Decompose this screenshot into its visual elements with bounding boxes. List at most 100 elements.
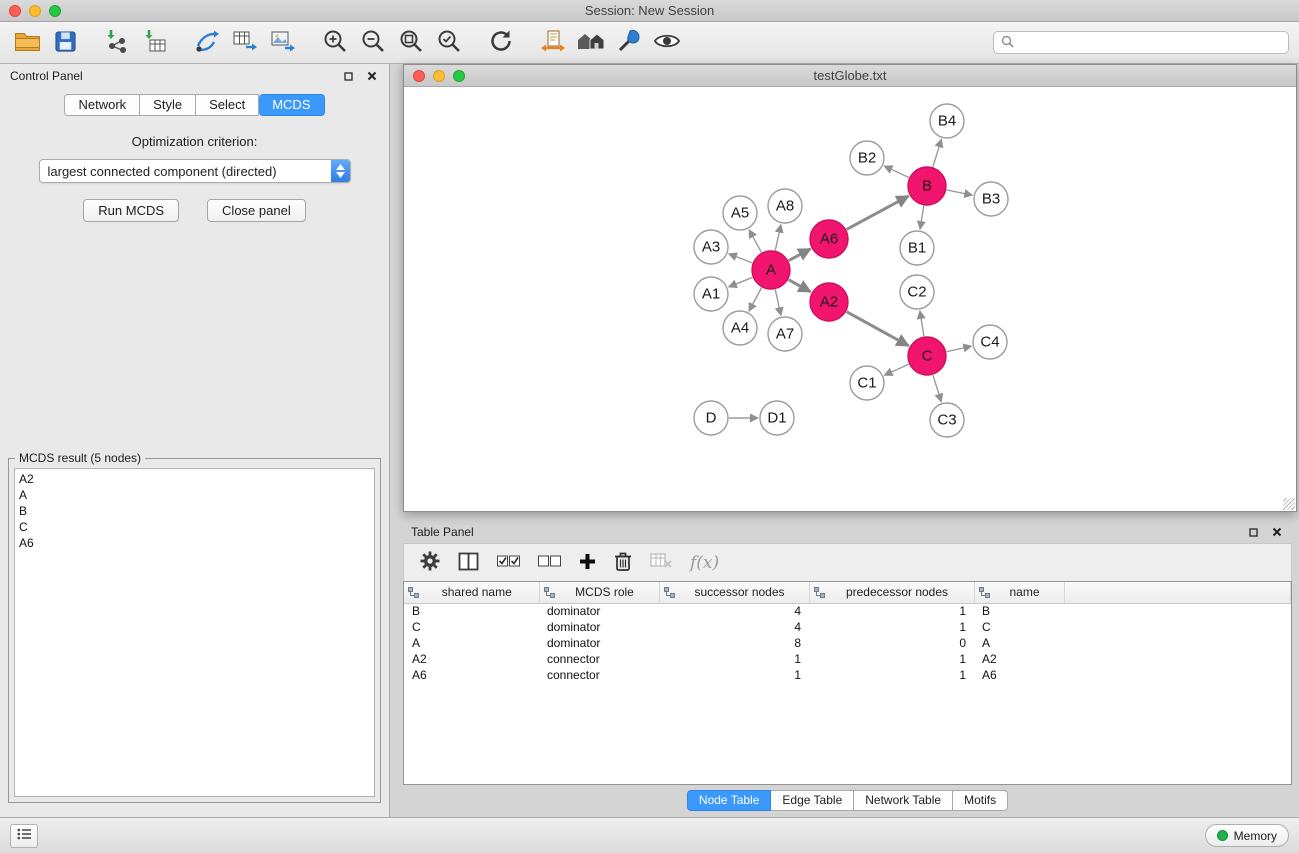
import-network-button[interactable] [100, 27, 134, 59]
tab-edge-table[interactable]: Edge Table [771, 790, 854, 811]
network-node-B3[interactable]: B3 [974, 182, 1008, 216]
network-node-A6[interactable]: A6 [810, 220, 848, 258]
network-node-B[interactable]: B [908, 167, 946, 205]
tab-mcds[interactable]: MCDS [259, 94, 324, 116]
network-node-A8[interactable]: A8 [768, 189, 802, 223]
table-row[interactable]: A2connector11A2 [404, 651, 1291, 667]
first-neighbors-button[interactable] [536, 27, 570, 59]
network-node-B1[interactable]: B1 [900, 231, 934, 265]
function-builder-button[interactable]: f(x) [690, 549, 719, 577]
network-view-window[interactable]: testGlobe.txt B4B2BB3A5A8A [403, 64, 1297, 512]
maximize-network-window-button[interactable] [453, 70, 465, 82]
add-row-button[interactable] [579, 549, 596, 577]
zoom-in-button[interactable] [318, 27, 352, 59]
search-input[interactable] [1019, 36, 1281, 50]
run-mcds-button[interactable]: Run MCDS [83, 199, 179, 222]
network-canvas[interactable]: B4B2BB3A5A8A6A3B1AC2A1A2A4A7C4CC1DD1C3 [404, 87, 1296, 511]
result-item[interactable]: C [19, 519, 370, 535]
export-image-button[interactable] [266, 27, 300, 59]
tab-network[interactable]: Network [64, 94, 140, 116]
table-cell[interactable]: B [404, 603, 539, 619]
result-item[interactable]: A [19, 487, 370, 503]
column-header-shared-name[interactable]: shared name [404, 582, 539, 603]
network-edge[interactable] [789, 249, 811, 261]
table-cell[interactable]: A [974, 635, 1064, 651]
tab-style[interactable]: Style [140, 94, 196, 116]
network-node-C[interactable]: C [908, 337, 946, 375]
network-node-A2[interactable]: A2 [810, 283, 848, 321]
search-field[interactable] [993, 31, 1289, 54]
delete-table-button[interactable] [650, 549, 672, 577]
column-header-predecessor-nodes[interactable]: predecessor nodes [809, 582, 974, 603]
network-edge[interactable] [775, 225, 781, 251]
network-edge[interactable] [933, 375, 941, 402]
network-node-D[interactable]: D [694, 401, 728, 435]
tab-network-table[interactable]: Network Table [854, 790, 953, 811]
result-item[interactable]: A6 [19, 535, 370, 551]
network-node-B4[interactable]: B4 [930, 104, 964, 138]
network-node-C4[interactable]: C4 [973, 325, 1007, 359]
network-node-C2[interactable]: C2 [900, 275, 934, 309]
network-edge[interactable] [749, 230, 761, 253]
network-edge[interactable] [920, 206, 924, 229]
network-edge[interactable] [884, 364, 908, 375]
network-edge[interactable] [933, 139, 942, 167]
zoom-out-button[interactable] [356, 27, 390, 59]
network-edge[interactable] [729, 277, 753, 287]
minimize-window-button[interactable] [29, 5, 41, 17]
network-node-C3[interactable]: C3 [930, 403, 964, 437]
maximize-window-button[interactable] [49, 5, 61, 17]
zoom-fit-button[interactable] [394, 27, 428, 59]
memory-button[interactable]: Memory [1205, 824, 1289, 847]
mcds-result-list[interactable]: A2ABCA6 [14, 468, 375, 797]
home-button[interactable] [574, 27, 608, 59]
minimize-network-window-button[interactable] [433, 70, 445, 82]
table-cell[interactable]: dominator [539, 619, 659, 635]
network-node-A7[interactable]: A7 [768, 317, 802, 351]
panel-menu-button[interactable] [10, 824, 38, 848]
network-edge[interactable] [749, 288, 762, 312]
table-cell[interactable]: A2 [404, 651, 539, 667]
table-cell[interactable]: dominator [539, 603, 659, 619]
export-table-button[interactable] [228, 27, 262, 59]
close-table-panel-icon[interactable] [1270, 525, 1284, 539]
network-node-A4[interactable]: A4 [723, 311, 757, 345]
table-cell[interactable]: 4 [659, 603, 809, 619]
column-header-name[interactable]: name [974, 582, 1064, 603]
table-row[interactable]: A6connector11A6 [404, 667, 1291, 683]
window-titlebar[interactable]: Session: New Session [0, 0, 1299, 22]
network-edge[interactable] [847, 196, 909, 229]
window-resize-grip[interactable] [1283, 498, 1295, 510]
table-cell[interactable]: dominator [539, 635, 659, 651]
deselect-all-rows-button[interactable] [538, 549, 561, 577]
table-cell[interactable]: connector [539, 651, 659, 667]
criterion-dropdown[interactable]: largest connected component (directed) [39, 159, 351, 183]
network-edge[interactable] [729, 254, 753, 263]
table-cell[interactable]: 1 [809, 667, 974, 683]
table-cell[interactable]: 1 [809, 651, 974, 667]
network-node-A1[interactable]: A1 [694, 277, 728, 311]
close-network-window-button[interactable] [413, 70, 425, 82]
table-cell[interactable]: 1 [809, 619, 974, 635]
new-network-button[interactable] [190, 27, 224, 59]
show-graphics-details-button[interactable] [650, 27, 684, 59]
import-table-button[interactable] [138, 27, 172, 59]
table-cell[interactable]: C [974, 619, 1064, 635]
table-cell[interactable]: A6 [974, 667, 1064, 683]
network-node-D1[interactable]: D1 [760, 401, 794, 435]
delete-rows-button[interactable] [614, 549, 632, 577]
refresh-view-button[interactable] [484, 27, 518, 59]
network-edge[interactable] [920, 311, 924, 336]
table-cell[interactable]: A2 [974, 651, 1064, 667]
table-cell[interactable]: connector [539, 667, 659, 683]
table-cell[interactable]: 8 [659, 635, 809, 651]
close-panel-button[interactable]: Close panel [207, 199, 306, 222]
open-session-button[interactable] [10, 27, 44, 59]
zoom-selected-button[interactable] [432, 27, 466, 59]
save-session-button[interactable] [48, 27, 82, 59]
network-edge[interactable] [947, 346, 972, 352]
table-cell[interactable]: 4 [659, 619, 809, 635]
column-header-successor-nodes[interactable]: successor nodes [659, 582, 809, 603]
result-item[interactable]: A2 [19, 471, 370, 487]
float-table-panel-icon[interactable] [1246, 525, 1260, 539]
